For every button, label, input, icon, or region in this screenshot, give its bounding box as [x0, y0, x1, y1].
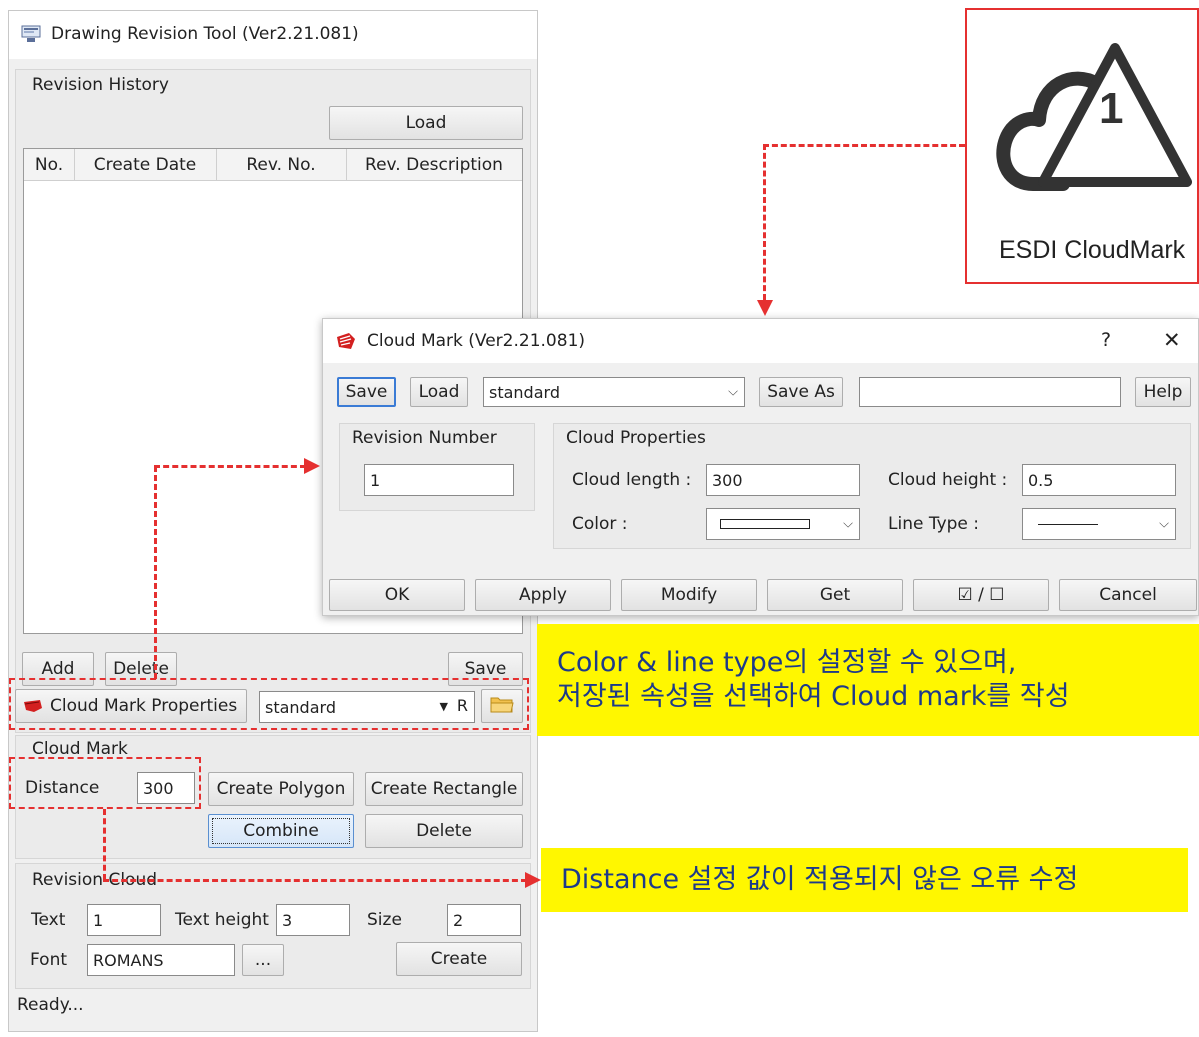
dialog-save-as-input[interactable]: [859, 377, 1121, 407]
app-icon: [21, 25, 41, 43]
chevron-down-icon: ⌵: [843, 516, 853, 532]
cloudmark-logo-panel: 1 ESDI CloudMark: [965, 8, 1199, 284]
dialog-app-icon: [335, 331, 357, 351]
delete-cloud-button[interactable]: Delete: [365, 814, 523, 848]
font-label: Font: [30, 950, 68, 970]
text-label: Text: [31, 910, 66, 930]
dialog-close-button[interactable]: ✕: [1163, 328, 1181, 352]
dialog-preset-value: standard: [489, 382, 560, 402]
cloud-properties-label: Cloud Properties: [566, 428, 706, 448]
dialog-title: Cloud Mark (Ver2.21.081): [367, 331, 586, 351]
cloud-length-input[interactable]: 300: [706, 464, 860, 496]
get-button[interactable]: Get: [767, 579, 903, 611]
ok-button[interactable]: OK: [329, 579, 465, 611]
dialog-save-as-button[interactable]: Save As: [759, 377, 843, 407]
main-title-bar[interactable]: Drawing Revision Tool (Ver2.21.081): [9, 11, 537, 59]
cloud-length-label: Cloud length :: [572, 470, 692, 490]
dialog-help-text-button[interactable]: Help: [1135, 377, 1191, 407]
column-header-create-date[interactable]: Create Date: [74, 149, 217, 180]
note-color-linetype-line1: Color & line type의 설정할 수 있으며,: [557, 647, 1017, 678]
cloud-mark-group-label: Cloud Mark: [32, 739, 128, 759]
check-toggle-button[interactable]: ☑ / ☐: [913, 579, 1049, 611]
revision-number-group: Revision Number 1: [339, 423, 535, 511]
arrow-down-icon: [757, 300, 773, 316]
text-height-label: Text height: [175, 910, 269, 930]
color-select[interactable]: ⌵: [706, 508, 860, 540]
note-distance-fix: Distance 설정 값이 적용되지 않은 오류 수정: [541, 848, 1188, 912]
note-color-linetype: Color & line type의 설정할 수 있으며, 저장된 속성을 선택…: [537, 624, 1199, 736]
dialog-preset-select[interactable]: standard ⌵: [483, 377, 745, 407]
connector-properties-horizontal: [154, 465, 306, 468]
color-swatch: [720, 519, 810, 529]
revision-number-label: Revision Number: [352, 428, 497, 448]
chevron-down-icon: ⌵: [1159, 516, 1169, 532]
highlight-distance: [9, 757, 201, 809]
arrow-right-icon: [525, 872, 541, 888]
logo-number: 1: [1099, 84, 1124, 133]
column-header-rev-description[interactable]: Rev. Description: [346, 149, 522, 180]
connector-distance-horizontal: [103, 879, 527, 882]
create-polygon-button[interactable]: Create Polygon: [208, 772, 354, 806]
main-window-title: Drawing Revision Tool (Ver2.21.081): [51, 24, 359, 44]
cloud-properties-group: Cloud Properties Cloud length : 300 Clou…: [553, 423, 1191, 549]
load-history-button[interactable]: Load: [329, 106, 523, 140]
line-type-swatch: [1038, 523, 1098, 525]
size-label: Size: [367, 910, 402, 930]
text-height-input[interactable]: 3: [276, 904, 350, 936]
chevron-down-icon: ⌵: [728, 384, 738, 400]
logo-caption: ESDI CloudMark: [999, 236, 1186, 264]
revision-history-label: Revision History: [32, 75, 169, 95]
arrow-right-icon: [304, 458, 320, 474]
dialog-help-button[interactable]: ?: [1101, 329, 1111, 351]
connector-logo-horizontal: [763, 144, 965, 147]
combine-button[interactable]: Combine: [208, 814, 354, 848]
cloud-mark-dialog: Cloud Mark (Ver2.21.081) ? ✕ Save Load s…: [322, 318, 1199, 616]
size-input[interactable]: 2: [447, 904, 521, 936]
revision-number-input[interactable]: 1: [364, 464, 514, 496]
create-rectangle-button[interactable]: Create Rectangle: [365, 772, 523, 806]
note-distance-fix-text: Distance 설정 값이 적용되지 않은 오류 수정: [561, 864, 1079, 895]
line-type-select[interactable]: ⌵: [1022, 508, 1176, 540]
font-input[interactable]: ROMANS: [87, 944, 235, 976]
color-label: Color :: [572, 514, 628, 534]
font-browse-button[interactable]: ...: [242, 944, 284, 976]
connector-distance-vertical: [103, 809, 106, 880]
cloud-height-input[interactable]: 0.5: [1022, 464, 1176, 496]
connector-properties-vertical: [154, 466, 157, 679]
cloud-height-label: Cloud height :: [888, 470, 1008, 490]
cloud-triangle-logo-icon: [995, 34, 1195, 214]
dialog-save-button[interactable]: Save: [337, 377, 396, 407]
apply-button[interactable]: Apply: [475, 579, 611, 611]
cancel-button[interactable]: Cancel: [1059, 579, 1197, 611]
status-text: Ready...: [17, 995, 84, 1015]
column-header-rev-no[interactable]: Rev. No.: [216, 149, 347, 180]
dialog-load-button[interactable]: Load: [410, 377, 468, 407]
connector-logo-vertical: [763, 144, 766, 300]
line-type-label: Line Type :: [888, 514, 980, 534]
column-header-no[interactable]: No.: [24, 149, 75, 180]
text-input[interactable]: 1: [87, 904, 161, 936]
modify-button[interactable]: Modify: [621, 579, 757, 611]
note-color-linetype-line2: 저장된 속성을 선택하여 Cloud mark를 작성: [557, 681, 1070, 712]
dialog-title-bar[interactable]: Cloud Mark (Ver2.21.081) ? ✕: [323, 319, 1198, 363]
highlight-cloud-mark-properties: [9, 678, 529, 730]
table-header: No. Create Date Rev. No. Rev. Descriptio…: [24, 149, 522, 181]
create-revision-cloud-button[interactable]: Create: [396, 942, 522, 976]
